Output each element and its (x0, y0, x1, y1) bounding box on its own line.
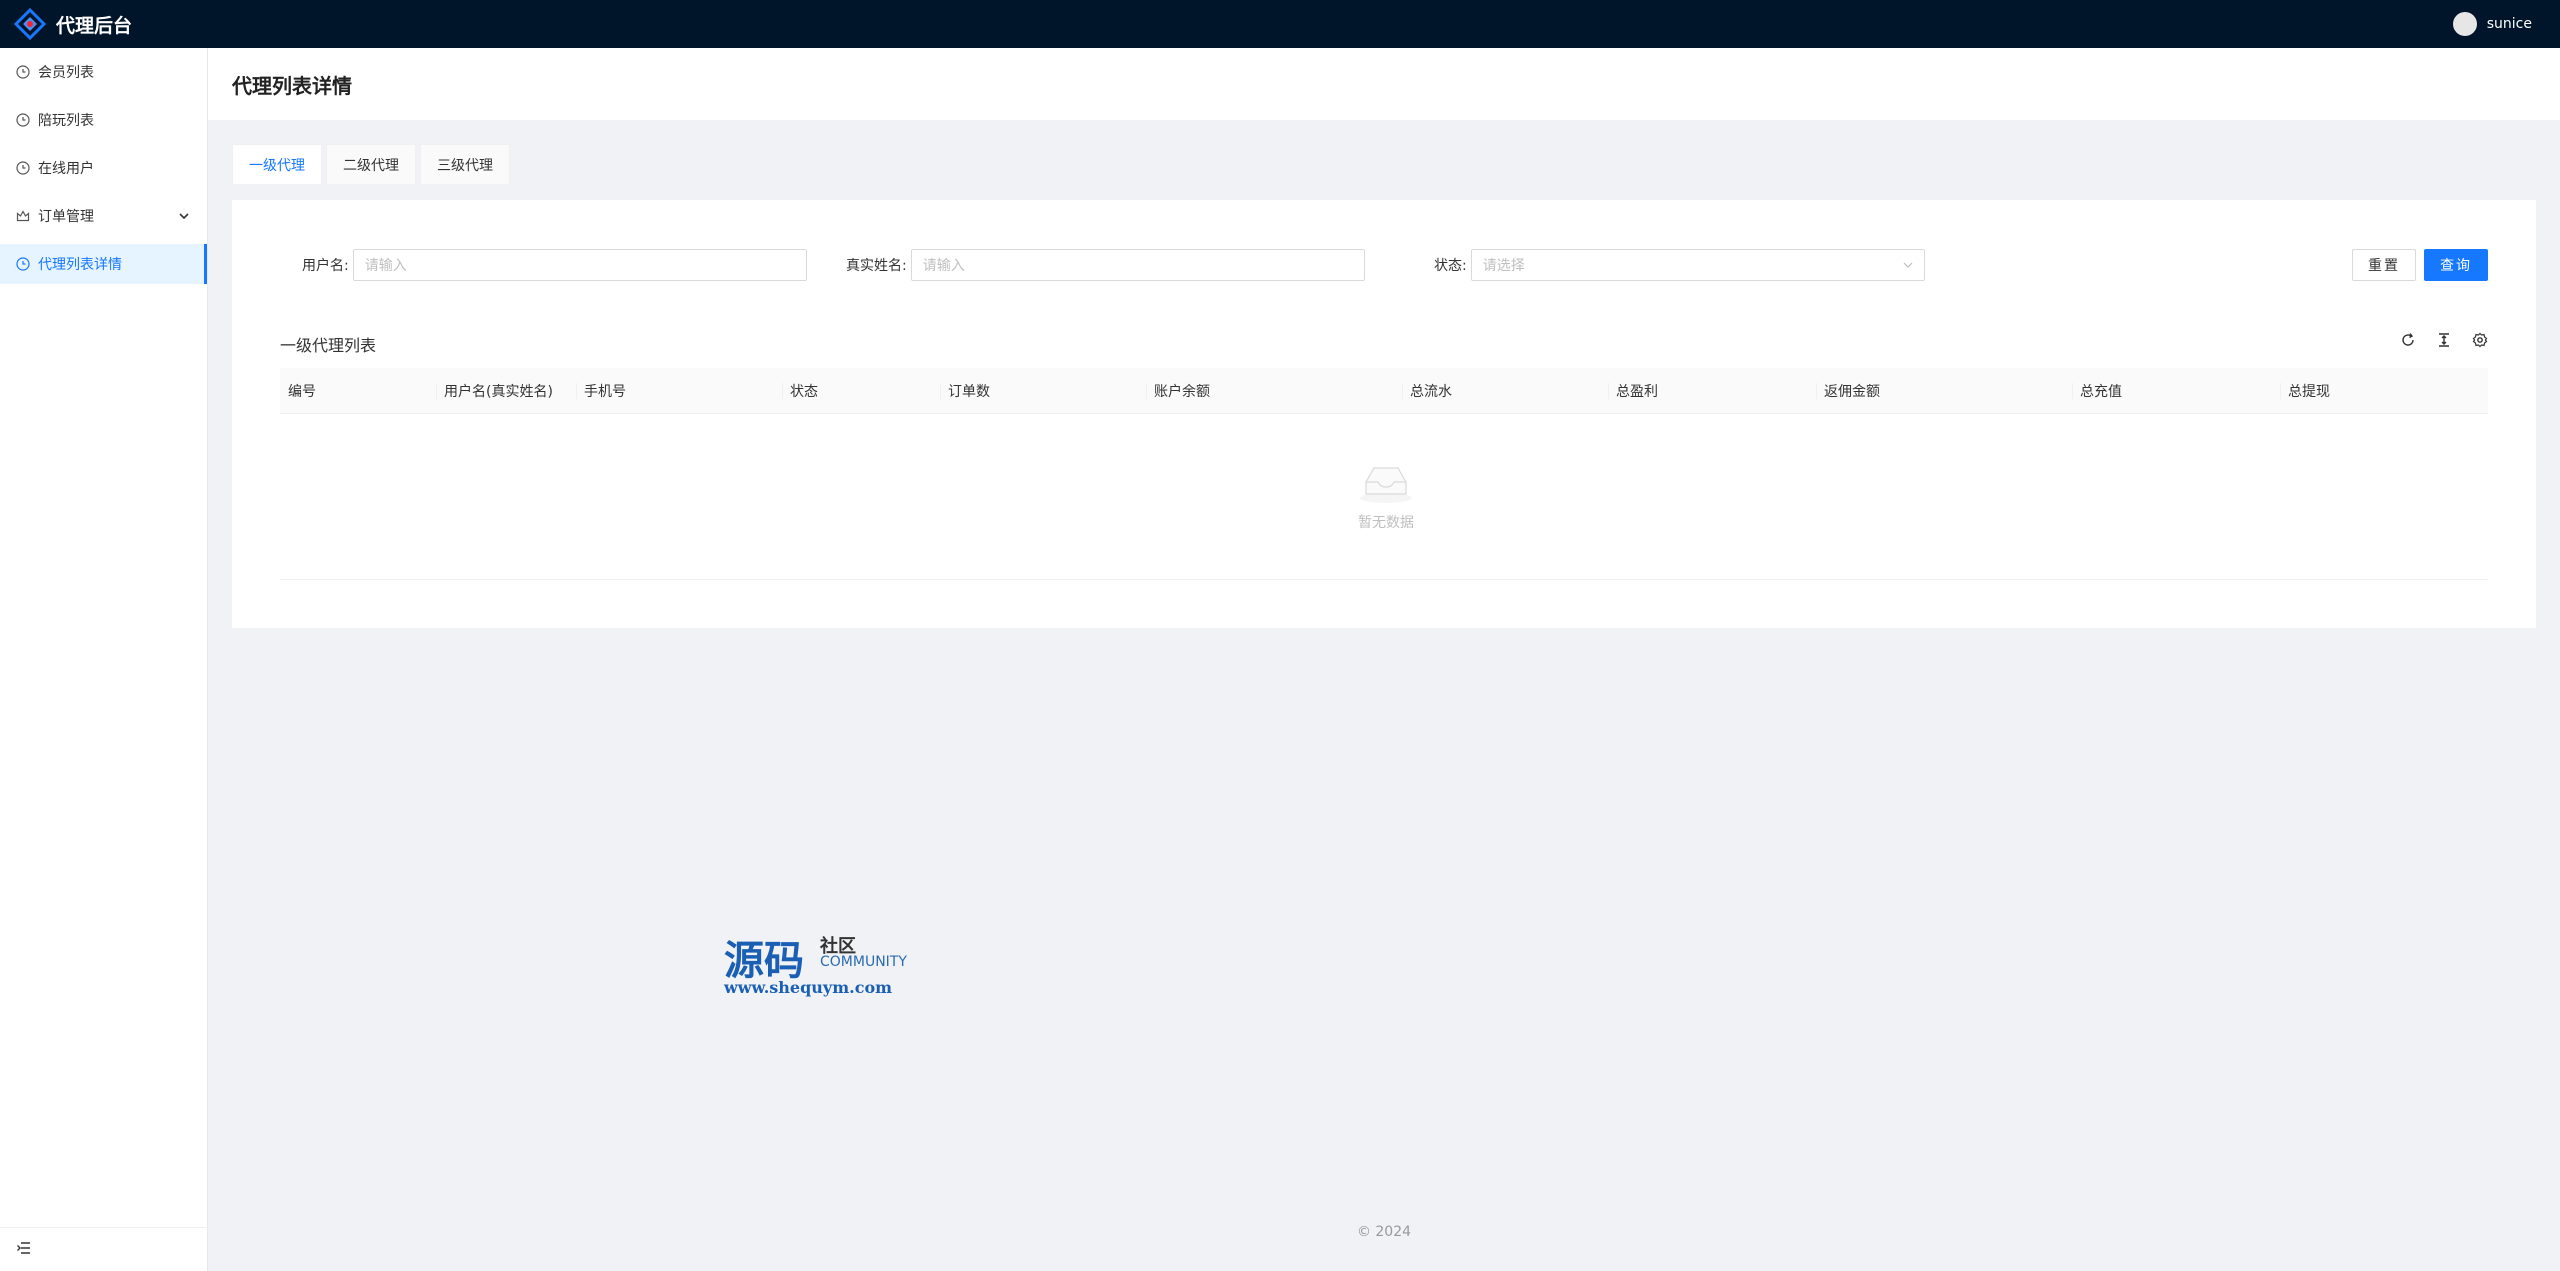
sidebar-item-companions[interactable]: 陪玩列表 (0, 100, 207, 140)
status-field: 状态: 请选择 (1434, 248, 1925, 282)
table-header: 编号 用户名(真实姓名) 手机号 状态 订单数 账户余额 总流水 总盈利 返佣金… (280, 368, 2488, 414)
column-header[interactable]: 状态 (782, 368, 940, 414)
empty-text: 暂无数据 (1358, 515, 1414, 531)
tab-level-2[interactable]: 二级代理 (326, 144, 416, 184)
realname-placeholder: 请输入 (922, 258, 965, 274)
sidebar-collapse[interactable] (0, 1227, 208, 1271)
realname-label: 真实姓名: (846, 258, 907, 274)
status-select[interactable]: 请选择 (1470, 249, 1925, 281)
sidebar-item-label: 代理列表详情 (38, 257, 122, 273)
search-form: 用户名: 请输入 真实姓名: 请输入 状态: 请选择 重置 查询 (232, 248, 2536, 282)
status-placeholder: 请选择 (1482, 258, 1525, 274)
clock-icon (16, 257, 30, 271)
column-header[interactable]: 总流水 (1402, 368, 1608, 414)
sidebar-item-label: 在线用户 (38, 161, 94, 177)
tab-level-3[interactable]: 三级代理 (420, 144, 510, 184)
page-header: 代理列表详情 (208, 48, 2560, 120)
content-card: 用户名: 请输入 真实姓名: 请输入 状态: 请选择 重置 查询 一级代理列表 (232, 200, 2536, 628)
table-title: 一级代理列表 (280, 336, 377, 355)
copyright-footer: © 2024 (1356, 1224, 1412, 1240)
username-label: 用户名: (302, 258, 349, 274)
sidebar-item-online-users[interactable]: 在线用户 (0, 148, 207, 188)
watermark-logo: 源码 社区 COMMUNITY www.shequym.com (724, 928, 944, 1000)
tab-level-1[interactable]: 一级代理 (232, 144, 322, 184)
column-header[interactable]: 订单数 (940, 368, 1146, 414)
table-toolbar (2400, 332, 2488, 348)
realname-field: 真实姓名: 请输入 (846, 248, 1365, 282)
column-header[interactable]: 编号 (280, 368, 436, 414)
username-placeholder: 请输入 (364, 258, 407, 274)
page-title: 代理列表详情 (232, 73, 352, 98)
column-height-icon[interactable] (2436, 332, 2452, 348)
column-header[interactable]: 返佣金额 (1816, 368, 2072, 414)
sidebar-item-label: 订单管理 (38, 209, 94, 225)
column-header[interactable]: 总提现 (2280, 368, 2488, 414)
clock-icon (16, 113, 30, 127)
column-header[interactable]: 用户名(真实姓名) (436, 368, 576, 414)
sidebar-item-label: 陪玩列表 (38, 113, 94, 129)
avatar (2452, 12, 2477, 36)
clock-icon (16, 65, 30, 79)
user-menu[interactable]: sunice (2452, 0, 2532, 48)
column-header[interactable]: 手机号 (576, 368, 782, 414)
sidebar: 会员列表 陪玩列表 在线用户 订单管理 代理列表详情 (0, 48, 208, 1271)
sidebar-item-agent-details[interactable]: 代理列表详情 (0, 244, 207, 284)
sidebar-item-members[interactable]: 会员列表 (0, 52, 207, 92)
username: sunice (2486, 16, 2532, 32)
crown-icon (16, 209, 30, 223)
chevron-down-icon (1902, 259, 1914, 271)
settings-icon[interactable] (2472, 332, 2488, 348)
chevron-down-icon[interactable] (177, 209, 191, 223)
reload-icon[interactable] (2400, 332, 2416, 348)
agent-level-tabs: 一级代理 二级代理 三级代理 (232, 144, 510, 184)
sidebar-item-orders[interactable]: 订单管理 (0, 196, 207, 236)
clock-icon (16, 161, 30, 175)
table-empty: 暂无数据 (280, 414, 2488, 580)
diamond-logo-icon (14, 8, 46, 40)
column-header[interactable]: 账户余额 (1146, 368, 1402, 414)
query-button[interactable]: 查询 (2424, 249, 2488, 281)
watermark-community-text: COMMUNITY (820, 954, 907, 970)
reset-button[interactable]: 重置 (2352, 249, 2416, 281)
realname-input[interactable]: 请输入 (910, 249, 1365, 281)
column-header[interactable]: 总盈利 (1608, 368, 1816, 414)
empty-state: 暂无数据 (1346, 460, 1426, 532)
top-header: 代理后台 sunice (0, 0, 2560, 48)
app-title: 代理后台 (56, 14, 133, 37)
menu-fold-icon[interactable] (16, 1240, 32, 1260)
column-header[interactable]: 总充值 (2072, 368, 2280, 414)
logo[interactable]: 代理后台 (14, 8, 132, 40)
watermark-url: www.shequym.com (724, 978, 893, 997)
username-field: 用户名: 请输入 (302, 248, 807, 282)
sidebar-item-label: 会员列表 (38, 65, 94, 81)
status-label: 状态: (1434, 258, 1467, 274)
username-input[interactable]: 请输入 (352, 249, 807, 281)
empty-inbox-icon (1354, 467, 1418, 508)
